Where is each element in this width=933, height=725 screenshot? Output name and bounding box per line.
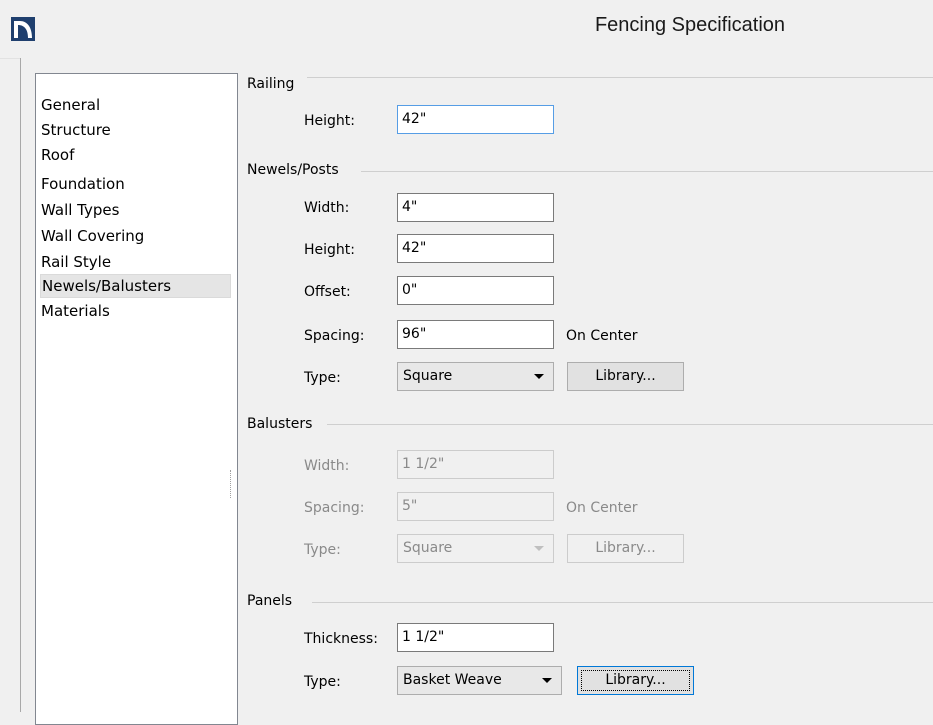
baluster-spacing-suffix: On Center [566,500,638,516]
newel-offset-label: Offset: [304,284,351,300]
nav-item-materials[interactable]: Materials [40,300,231,324]
nav-item-newels-balusters[interactable]: Newels/Balusters [40,274,231,298]
nav-item-foundation[interactable]: Foundation [40,173,231,197]
group-label-railing: Railing [247,76,301,92]
app-logo-icon[interactable] [11,17,35,41]
nav-item-wall-types[interactable]: Wall Types [40,199,231,223]
group-divider [312,602,933,603]
group-label-panels: Panels [247,593,299,609]
nav-item-general[interactable]: General [40,94,231,118]
newel-type-label: Type: [304,370,341,386]
category-list[interactable]: General Structure Roof Foundation Wall T… [35,73,238,725]
group-label-balusters: Balusters [247,416,319,432]
newel-offset-input[interactable]: 0" [397,276,554,305]
baluster-spacing-label: Spacing: [304,500,365,516]
newel-type-dropdown[interactable]: Square [397,362,554,391]
title-bar: Fencing Specification [0,0,933,59]
railing-height-input[interactable]: 42" [397,105,554,134]
nav-item-wall-covering[interactable]: Wall Covering [40,225,231,249]
panel-library-button[interactable]: Library... [577,666,694,695]
panel-type-dropdown[interactable]: Basket Weave [397,666,562,695]
baluster-type-dropdown[interactable]: Square [397,534,554,563]
window-title: Fencing Specification [594,14,786,36]
newel-spacing-label: Spacing: [304,328,365,344]
nav-item-roof[interactable]: Roof [40,144,231,168]
panel-thickness-input[interactable]: 1 1/2" [397,623,554,652]
panel-type-label: Type: [304,674,341,690]
newel-spacing-input[interactable]: 96" [397,320,554,349]
panel-thickness-label: Thickness: [304,631,378,647]
newel-spacing-suffix: On Center [566,328,638,344]
newel-width-input[interactable]: 4" [397,193,554,222]
nav-item-rail-style[interactable]: Rail Style [40,251,231,275]
newel-height-input[interactable]: 42" [397,234,554,263]
newel-width-label: Width: [304,200,350,216]
baluster-library-button[interactable]: Library... [567,534,684,563]
panel-splitter[interactable] [230,470,232,498]
group-divider [327,424,933,425]
baluster-width-label: Width: [304,458,350,474]
dialog-body: General Structure Roof Foundation Wall T… [20,58,933,725]
newel-library-button[interactable]: Library... [567,362,684,391]
baluster-width-input[interactable]: 1 1/2" [397,450,554,479]
chevron-down-icon [542,678,552,683]
focus-rectangle [581,670,690,691]
baluster-type-value: Square [403,540,453,556]
chevron-down-icon [534,374,544,379]
group-divider [361,171,933,172]
nav-item-structure[interactable]: Structure [40,119,231,143]
panel-type-value: Basket Weave [403,672,502,688]
railing-height-label: Height: [304,113,355,129]
chevron-down-icon [534,546,544,551]
group-divider [307,77,933,78]
group-label-newels-posts: Newels/Posts [247,162,345,178]
baluster-type-label: Type: [304,542,341,558]
newel-height-label: Height: [304,242,355,258]
newel-type-value: Square [403,368,453,384]
baluster-spacing-input[interactable]: 5" [397,492,554,521]
